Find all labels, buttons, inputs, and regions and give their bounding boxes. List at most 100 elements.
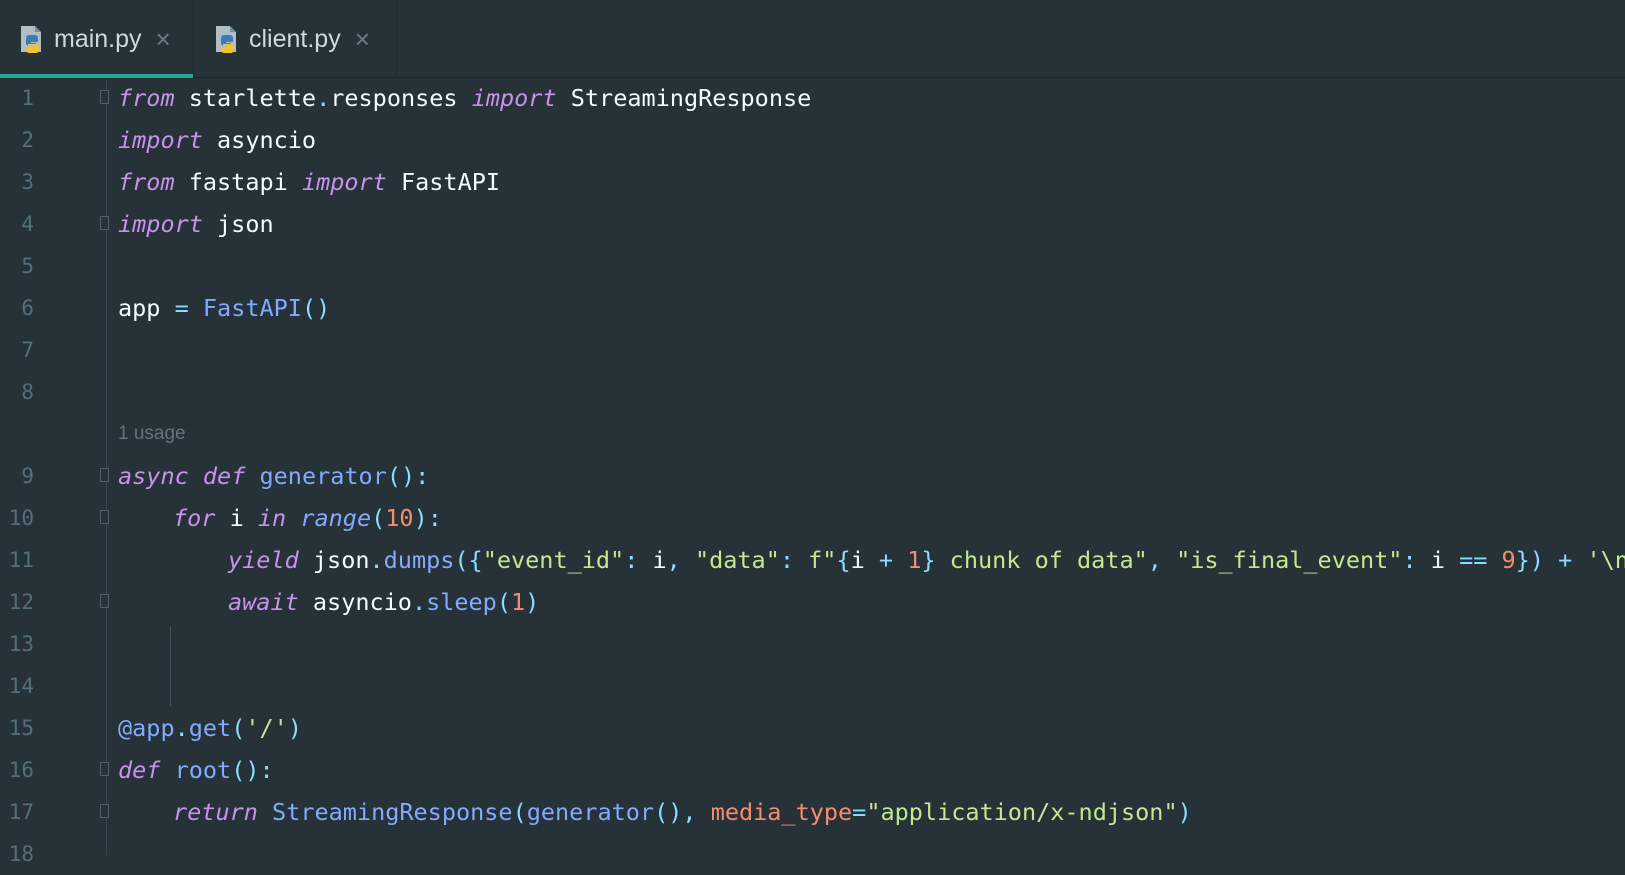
code-token: def [202, 462, 246, 490]
usage-hint[interactable]: 1 usage [118, 413, 186, 455]
code-line[interactable]: 12 await asyncio.sleep(1) [0, 581, 1625, 623]
code-token: 1 [907, 546, 922, 574]
code-text: app = FastAPI() [118, 287, 330, 329]
line-number: 16 [8, 758, 34, 782]
code-token: json [298, 546, 370, 574]
code-token: generator [259, 462, 387, 490]
code-token: }) [1515, 546, 1544, 574]
code-line[interactable]: 8 [0, 371, 1625, 413]
code-token: import [301, 168, 387, 196]
code-line[interactable]: 3 from fastapi import FastAPI [0, 161, 1625, 203]
code-line[interactable]: 16 def root(): [0, 749, 1625, 791]
code-line[interactable]: 18 [0, 833, 1625, 875]
line-number: 2 [21, 128, 34, 152]
code-line[interactable]: 7 [0, 329, 1625, 371]
code-line[interactable]: 2 import asyncio [0, 119, 1625, 161]
code-token: '\n' [1586, 546, 1625, 574]
fold-marker-icon[interactable] [100, 804, 109, 818]
code-token: , [666, 546, 681, 574]
fold-marker-icon[interactable] [100, 510, 109, 524]
code-token: import [471, 84, 557, 112]
code-text: from fastapi import FastAPI [118, 161, 500, 203]
code-line[interactable]: 10 for i in range(10): [0, 497, 1625, 539]
code-line[interactable]: 6 app = FastAPI() [0, 287, 1625, 329]
close-icon[interactable]: × [156, 26, 171, 52]
line-number: 4 [21, 212, 34, 236]
code-token: : [1402, 546, 1417, 574]
code-line[interactable]: 14 [0, 665, 1625, 707]
fold-marker-icon[interactable] [100, 468, 109, 482]
code-token: ) [1177, 798, 1192, 826]
code-token: @app [118, 714, 175, 742]
tab-label: main.py [54, 24, 142, 53]
code-token: i [1416, 546, 1460, 574]
code-text: @app.get('/') [118, 707, 302, 749]
code-line[interactable]: 15 @app.get('/') [0, 707, 1625, 749]
code-line[interactable]: 1 usage [0, 413, 1625, 455]
code-token: . [369, 546, 384, 574]
code-token: import [118, 210, 203, 238]
code-line[interactable]: 11 yield json.dumps({"event_id": i, "data… [0, 539, 1625, 581]
code-editor[interactable]: 1 from starlette.responses import Streami… [0, 77, 1625, 866]
line-number: 12 [8, 590, 34, 614]
code-token: for [173, 504, 216, 532]
code-token: StreamingResponse [556, 84, 812, 112]
tab-client-py[interactable]: client.py × [195, 0, 397, 78]
code-line[interactable]: 9 async def generator(): [0, 455, 1625, 497]
code-token: = [852, 798, 867, 826]
code-token: from [118, 84, 175, 112]
code-token: + [878, 546, 894, 574]
fold-marker-icon[interactable] [100, 594, 109, 608]
code-token: i [215, 504, 258, 532]
code-token: 10 [385, 504, 414, 532]
code-token: asyncio [298, 588, 412, 616]
fold-marker-icon[interactable] [100, 216, 109, 230]
line-number: 13 [8, 632, 34, 656]
code-token: i [638, 546, 667, 574]
python-file-icon [216, 26, 236, 53]
code-token: ( [231, 714, 246, 742]
code-line[interactable]: 5 [0, 245, 1625, 287]
code-token: StreamingResponse [272, 798, 513, 826]
code-token: json [202, 210, 274, 238]
code-token: ( [371, 504, 386, 532]
close-icon[interactable]: × [355, 26, 370, 52]
code-token: '/' [245, 714, 288, 742]
python-file-icon [21, 26, 41, 53]
code-token: 9 [1501, 546, 1516, 574]
code-text: def root(): [118, 749, 274, 791]
code-token: ( [496, 588, 511, 616]
code-line[interactable]: 17 return StreamingResponse(generator(), … [0, 791, 1625, 833]
code-token: chunk of data" [935, 546, 1148, 574]
code-line[interactable]: 4 import json [0, 203, 1625, 245]
code-token: . [316, 84, 331, 112]
code-token: ) [287, 714, 302, 742]
tab-main-py[interactable]: main.py × [0, 0, 194, 78]
code-token: "is_final_event" [1176, 546, 1403, 574]
fold-marker-icon[interactable] [100, 762, 109, 776]
code-token: : [624, 546, 639, 574]
fold-marker-icon[interactable] [100, 90, 109, 104]
code-token: return [173, 798, 258, 826]
line-number: 7 [21, 338, 34, 362]
line-number: 17 [8, 800, 34, 824]
code-token: FastAPI [386, 168, 501, 196]
code-line[interactable]: 1 from starlette.responses import Streami… [0, 77, 1625, 119]
code-token: (), [654, 798, 697, 826]
code-token: ( [512, 798, 527, 826]
line-number: 3 [21, 170, 34, 194]
line-number: 18 [8, 842, 34, 866]
line-number: 5 [21, 254, 34, 278]
code-line[interactable]: 13 [0, 623, 1625, 665]
code-token: import [118, 126, 203, 154]
code-token: FastAPI [202, 294, 302, 322]
